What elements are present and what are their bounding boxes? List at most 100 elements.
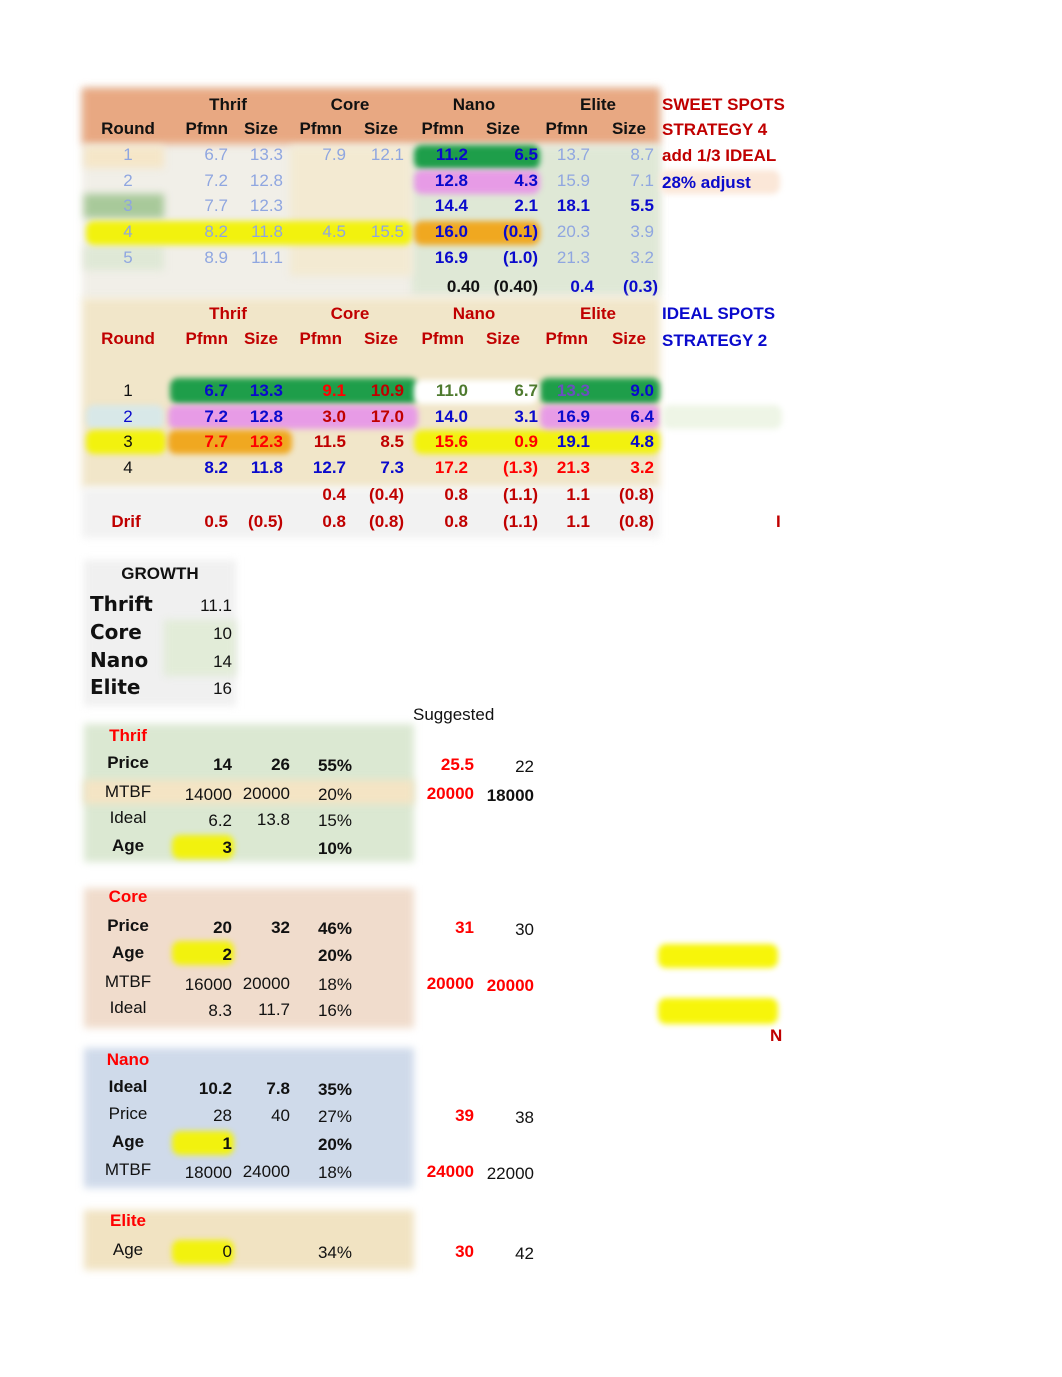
percent-value: 27% [317,1107,352,1126]
suggested-value-2: 38 [515,1108,534,1127]
value-a: 18000 [184,1163,232,1182]
suggested-value-1: 31 [455,918,474,937]
group-header-elite: Elite [580,95,616,114]
table-cell: 6.7 [204,381,228,400]
col-header: Pfmn [185,119,229,138]
round-number: 2 [123,171,133,190]
value-a: 14000 [184,785,232,804]
col-header-round: Round [101,329,155,348]
value-b: 11.7 [258,1000,290,1019]
table-cell: 12.8 [434,171,468,190]
table-cell: 16.9 [556,407,590,426]
table-cell: 3.0 [322,407,346,426]
col-header: Size [611,329,646,348]
group-header-core: Core [330,304,370,323]
growth-value: 10 [213,624,232,643]
diff-value: (0.4) [369,485,404,504]
table-cell: 13.3 [249,381,283,400]
table-cell: 3.9 [630,222,654,241]
table-cell: 4.8 [630,432,654,451]
table-cell: 16.9 [434,248,468,267]
suggested-value-1: 24000 [426,1162,474,1181]
table-cell: 15.6 [434,432,468,451]
col-header: Pfmn [299,329,343,348]
value-b: 40 [271,1106,290,1125]
table-cell: 18.1 [556,196,590,215]
segment-title-thrif: Thrif [109,726,147,745]
diff-value: 1.1 [566,485,590,504]
percent-value: 10% [317,839,352,858]
table-cell: 14.4 [434,196,468,215]
percent-value: 18% [317,1163,352,1182]
round-number: 3 [123,196,133,215]
value-a: 20 [213,918,232,937]
table-cell: 6.4 [630,407,654,426]
row-label: MTBF [104,782,152,801]
percent-value: 16% [317,1001,352,1020]
value-a: 6.2 [208,811,232,830]
col-header: Size [611,119,646,138]
value-a: 8.3 [208,1001,232,1020]
group-header-thrif: Thrif [209,95,247,114]
growth-title: GROWTH [121,564,199,583]
table-cell: 11.5 [313,432,346,451]
drif-value: 0.8 [322,512,346,531]
label-strategy-2: STRATEGY 2 [662,331,768,350]
group-header-thrif: Thrif [209,304,247,323]
col-header: Size [485,329,520,348]
segment-title-core: Core [108,887,148,906]
table-cell: 8.7 [630,145,654,164]
table-cell: 13.7 [556,145,590,164]
suggested-value-2: 22 [515,757,534,776]
table-cell: 5.5 [630,196,654,215]
label-adjust: 28% adjust [662,173,751,192]
table-cell: 11.2 [435,145,468,164]
suggested-value-2: 22000 [486,1164,534,1183]
drift-value: 0.4 [570,277,594,296]
growth-label: Nano [90,648,149,672]
segment-title-elite: Elite [110,1211,146,1230]
table-cell: 15.9 [556,171,590,190]
round-number: 1 [123,145,133,164]
label-add-ideal: add 1/3 IDEAL [662,146,777,165]
table-cell: 12.7 [312,458,346,477]
table-cell: 21.3 [556,248,590,267]
diff-value: 0.4 [322,485,346,504]
row-label: Ideal [109,998,147,1017]
suggested-value-2: 30 [515,920,534,939]
table-cell: 16.0 [434,222,468,241]
value-b: 24000 [242,1162,290,1181]
table-cell: 8.9 [204,248,228,267]
round-number: 1 [123,381,133,400]
group-header-elite: Elite [580,304,616,323]
table-cell: 12.3 [249,432,283,451]
percent-value: 55% [317,756,352,775]
table-cell: 12.1 [370,145,404,164]
drif-value: (0.5) [248,512,283,531]
value-a: 3 [222,838,232,857]
growth-label: Core [90,620,142,644]
growth-value: 16 [213,679,232,698]
drift-value: 0.40 [446,277,480,296]
table-cell: 7.1 [630,171,654,190]
round-number: 5 [123,248,133,267]
row-label: Age [111,836,145,855]
drif-label: Drif [111,512,141,531]
col-header-round: Round [101,119,155,138]
growth-value: 14 [213,652,232,671]
table-cell: 10.9 [370,381,404,400]
col-header: Size [243,119,278,138]
value-b: 32 [271,918,290,937]
row-label: MTBF [104,1160,152,1179]
drif-value: 0.5 [204,512,228,531]
row-label: Ideal [108,1077,148,1096]
table-cell: 6.7 [204,145,228,164]
table-cell: 7.9 [322,145,346,164]
row-label: MTBF [104,972,152,991]
group-header-nano: Nano [452,95,496,114]
suggested-value-1: 20000 [426,974,474,993]
growth-label: Thrift [90,592,153,616]
table-cell: 9.1 [322,381,346,400]
col-header: Size [363,119,398,138]
table-cell: 7.2 [204,171,228,190]
